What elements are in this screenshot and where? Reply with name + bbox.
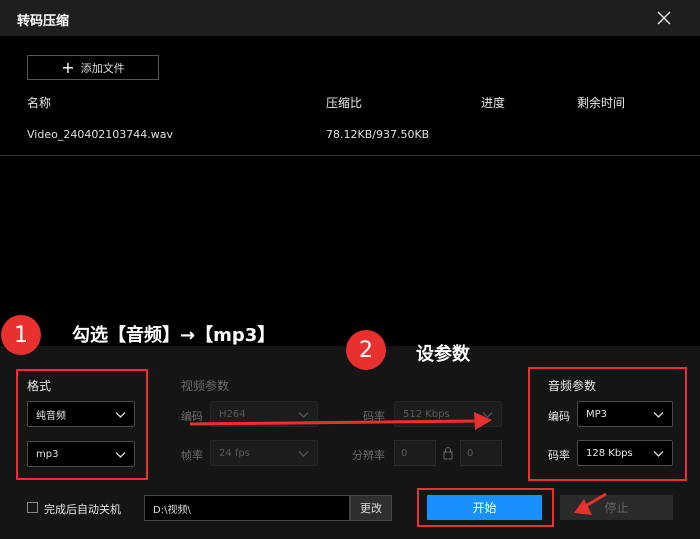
video-height-input[interactable]: 0 bbox=[460, 440, 502, 466]
add-file-button[interactable]: + 添加文件 bbox=[27, 55, 159, 80]
column-header-progress: 进度 bbox=[481, 96, 506, 110]
file-name: Video_240402103744.wav bbox=[27, 128, 174, 141]
row-divider bbox=[0, 155, 700, 156]
start-highlight-box bbox=[417, 488, 554, 527]
video-fps-value: 24 fps bbox=[219, 447, 250, 459]
video-resolution-label: 分辨率 bbox=[352, 449, 385, 462]
lock-icon[interactable] bbox=[442, 446, 454, 460]
file-list-area bbox=[0, 36, 700, 346]
stop-button[interactable]: 停止 bbox=[560, 495, 673, 520]
add-file-label: 添加文件 bbox=[80, 61, 125, 75]
auto-shutdown-checkbox[interactable] bbox=[27, 502, 38, 513]
video-bitrate-value: 512 Kbps bbox=[403, 408, 450, 420]
close-icon bbox=[657, 11, 671, 25]
auto-shutdown-label: 完成后自动关机 bbox=[44, 503, 121, 516]
video-fps-select[interactable]: 24 fps bbox=[210, 440, 318, 466]
chevron-down-icon bbox=[298, 451, 309, 457]
close-button[interactable] bbox=[651, 6, 677, 30]
chevron-down-icon bbox=[482, 412, 493, 418]
format-highlight-box bbox=[16, 369, 148, 480]
step2-instruction: 设参数 bbox=[416, 344, 470, 365]
video-bitrate-select[interactable]: 512 Kbps bbox=[394, 401, 502, 427]
plus-icon: + bbox=[61, 57, 75, 77]
video-params-title: 视频参数 bbox=[181, 379, 230, 393]
video-codec-label: 编码 bbox=[181, 410, 203, 423]
video-codec-select[interactable]: H264 bbox=[210, 401, 318, 427]
output-path-input[interactable]: D:\视频\ bbox=[144, 495, 350, 521]
column-header-remaining: 剩余时间 bbox=[577, 96, 626, 110]
video-fps-label: 帧率 bbox=[181, 449, 203, 462]
title-bar: 转码压缩 bbox=[0, 0, 700, 36]
column-header-ratio: 压缩比 bbox=[326, 96, 363, 110]
step1-instruction: 勾选【音频】→【mp3】 bbox=[72, 325, 276, 346]
audio-params-highlight-box bbox=[528, 367, 687, 481]
window-title: 转码压缩 bbox=[17, 14, 70, 29]
file-ratio: 78.12KB/937.50KB bbox=[326, 128, 430, 141]
step1-badge: 1 bbox=[1, 315, 41, 355]
change-path-button[interactable]: 更改 bbox=[350, 495, 392, 521]
column-header-name: 名称 bbox=[27, 96, 52, 110]
step2-badge: 2 bbox=[346, 330, 386, 370]
video-codec-value: H264 bbox=[219, 408, 246, 420]
video-width-input[interactable]: 0 bbox=[394, 440, 436, 466]
chevron-down-icon bbox=[298, 412, 309, 418]
video-bitrate-label: 码率 bbox=[363, 410, 385, 423]
